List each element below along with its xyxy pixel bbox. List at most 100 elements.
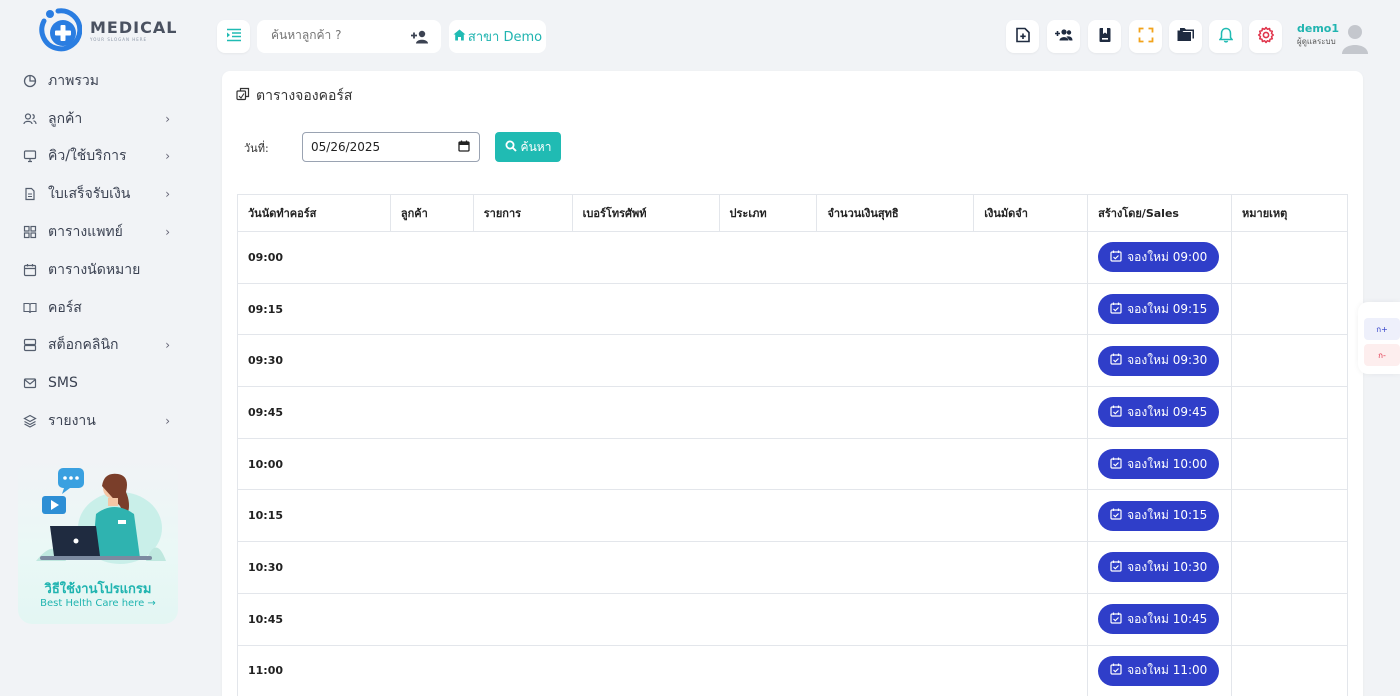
font-size-tool: ก+ ก-	[1358, 302, 1400, 374]
brand-name: MEDICAL	[90, 18, 178, 37]
avatar[interactable]	[1340, 22, 1370, 54]
column-header[interactable]: ประเภท	[718, 194, 818, 232]
table-row: 09:30 จองใหม่ 09:30	[237, 334, 1348, 388]
customer-search[interactable]	[257, 20, 441, 53]
column-header[interactable]: รายการ	[472, 194, 573, 232]
column-header[interactable]: หมายเหตุ	[1231, 194, 1348, 232]
customer-search-input[interactable]	[271, 28, 401, 42]
table-row: 09:15 จองใหม่ 09:15	[237, 282, 1348, 336]
menu-indent-icon	[226, 27, 242, 46]
time-slot: 10:45	[237, 592, 391, 646]
note-cell	[1231, 437, 1348, 491]
column-header[interactable]: เงินมัดจำ	[973, 194, 1089, 232]
new-booking-button[interactable]: จองใหม่ 10:00	[1098, 449, 1220, 480]
action-cell: จองใหม่ 09:45	[1087, 386, 1233, 439]
book-bookmark-icon	[1098, 27, 1112, 47]
column-header[interactable]: วันนัดทำคอร์ส	[237, 194, 391, 232]
chevron-right-icon: ›	[165, 225, 170, 240]
action-cell: จองใหม่ 10:15	[1087, 489, 1233, 543]
copy-icon	[236, 87, 250, 105]
new-booking-button[interactable]: จองใหม่ 09:30	[1098, 345, 1220, 376]
new-booking-label: จองใหม่ 10:45	[1127, 611, 1208, 626]
action-cell: จองใหม่ 09:30	[1087, 334, 1233, 388]
column-header[interactable]: เบอร์โทรศัพท์	[571, 194, 720, 232]
calendar-check-icon	[1110, 250, 1122, 265]
sidebar-item-label: คอร์ส	[48, 299, 82, 316]
sidebar-item-customers[interactable]: ลูกค้า ›	[22, 100, 182, 138]
column-header[interactable]: สร้างโดย/Sales	[1087, 194, 1233, 232]
layers-icon	[22, 413, 38, 429]
table-row: 10:45 จองใหม่ 10:45	[237, 592, 1348, 646]
note-cell	[1231, 489, 1348, 543]
folder-button[interactable]	[1169, 20, 1202, 53]
new-booking-label: จองใหม่ 09:00	[1127, 249, 1208, 264]
new-booking-button[interactable]: จองใหม่ 09:45	[1098, 397, 1220, 428]
help-card[interactable]: วิธีใช้งานโปรแกรม Best Helth Care here →	[18, 460, 178, 624]
book-icon	[22, 300, 38, 316]
column-header[interactable]: ลูกค้า	[389, 194, 474, 232]
search-button[interactable]: ค้นหา	[495, 132, 561, 162]
empty-cell	[390, 231, 1089, 284]
gear-icon	[1257, 26, 1275, 48]
file-plus-icon	[1015, 27, 1031, 47]
time-slot: 10:00	[237, 437, 391, 491]
user-group-add-icon	[1054, 27, 1073, 46]
date-input[interactable]: 05/26/2025	[302, 132, 480, 162]
sidebar-item-doctor-schedule[interactable]: ตารางแพทย์ ›	[22, 213, 182, 251]
font-decrease-button[interactable]: ก-	[1364, 344, 1400, 366]
document-icon	[22, 186, 38, 202]
brand-logo[interactable]: MEDICAL YOUR SLOGAN HERE	[36, 7, 177, 53]
table-row: 11:00 จองใหม่ 11:00	[237, 644, 1348, 696]
user-info[interactable]: demo1 ผู้ดูแลระบบ	[1297, 22, 1339, 48]
add-user-icon[interactable]	[411, 29, 429, 48]
sidebar-item-sms[interactable]: SMS	[22, 364, 182, 402]
time-slot: 09:45	[237, 386, 391, 439]
sidebar-item-appointments[interactable]: ตารางนัดหมาย	[22, 251, 182, 289]
notifications-button[interactable]	[1209, 20, 1242, 53]
sidebar-item-overview[interactable]: ภาพรวม	[22, 62, 182, 100]
calendar-check-icon	[1110, 353, 1122, 368]
branch-button[interactable]: สาขา Demo	[449, 20, 546, 53]
grid-icon	[22, 224, 38, 240]
new-document-button[interactable]	[1006, 20, 1039, 53]
sidebar-item-label: ลูกค้า	[48, 110, 83, 127]
table-row: 09:45 จองใหม่ 09:45	[237, 386, 1348, 439]
new-booking-button[interactable]: จองใหม่ 10:30	[1098, 552, 1220, 583]
contact-book-button[interactable]	[1088, 20, 1121, 53]
new-booking-label: จองใหม่ 09:45	[1127, 404, 1208, 419]
settings-button[interactable]	[1249, 20, 1282, 53]
sidebar-item-label: สต็อกคลินิก	[48, 337, 119, 354]
new-booking-button[interactable]: จองใหม่ 09:00	[1098, 242, 1220, 273]
calendar-icon[interactable]	[458, 140, 470, 155]
new-booking-button[interactable]: จองใหม่ 09:15	[1098, 294, 1220, 325]
action-cell: จองใหม่ 11:00	[1087, 644, 1233, 696]
toggle-sidebar-button[interactable]	[217, 20, 250, 53]
page-title: ตารางจองคอร์ส	[236, 85, 352, 107]
calendar-check-icon	[1110, 302, 1122, 317]
column-header[interactable]: จำนวนเงินสุทธิ	[816, 194, 975, 232]
calendar-check-icon	[1110, 663, 1122, 678]
sidebar-item-stock[interactable]: สต็อกคลินิก ›	[22, 327, 182, 365]
new-booking-button[interactable]: จองใหม่ 10:15	[1098, 500, 1220, 531]
new-booking-label: จองใหม่ 11:00	[1127, 663, 1208, 678]
sidebar: MEDICAL YOUR SLOGAN HERE ภาพรวม ลูกค้า ›…	[0, 0, 200, 696]
calendar-check-icon	[1110, 457, 1122, 472]
sidebar-item-queue[interactable]: คิว/ใช้บริการ ›	[22, 138, 182, 176]
server-icon	[22, 337, 38, 353]
note-cell	[1231, 386, 1348, 439]
new-booking-button[interactable]: จองใหม่ 11:00	[1098, 655, 1220, 686]
help-title: วิธีใช้งานโปรแกรม	[44, 582, 152, 597]
font-increase-button[interactable]: ก+	[1364, 318, 1400, 340]
help-link[interactable]: Best Helth Care here →	[18, 598, 178, 609]
action-cell: จองใหม่ 09:00	[1087, 231, 1233, 284]
calendar-check-icon	[1110, 560, 1122, 575]
sidebar-item-receipts[interactable]: ใบเสร็จรับเงิน ›	[22, 175, 182, 213]
add-group-button[interactable]	[1047, 20, 1080, 53]
sidebar-item-reports[interactable]: รายงาน ›	[22, 402, 182, 440]
topbar: สาขา Demo demo1 ผู้ดูแลระบบ	[200, 0, 1400, 70]
new-booking-button[interactable]: จองใหม่ 10:45	[1098, 604, 1220, 635]
fullscreen-button[interactable]	[1129, 20, 1162, 53]
table-row: 09:00 จองใหม่ 09:00	[237, 231, 1348, 284]
empty-cell	[390, 592, 1089, 646]
sidebar-item-courses[interactable]: คอร์ส	[22, 289, 182, 327]
